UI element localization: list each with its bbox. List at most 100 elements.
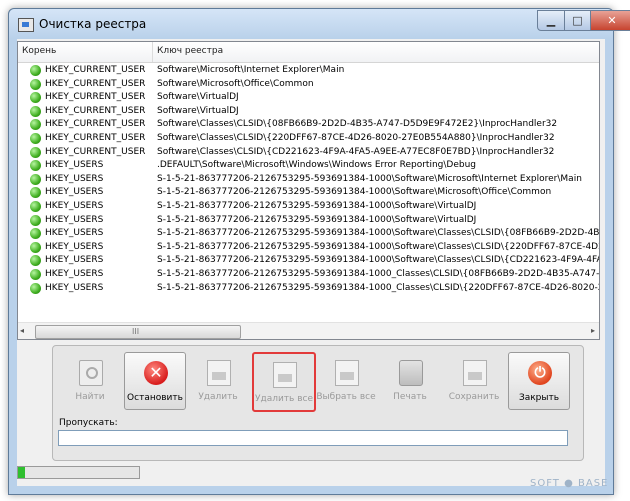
scroll-thumb[interactable]: III <box>35 325 241 339</box>
status-ok-icon <box>30 146 41 158</box>
row-key: S-1-5-21-863777206-2126753295-593691384-… <box>157 173 582 184</box>
status-ok-icon <box>30 173 41 185</box>
row-key: S-1-5-21-863777206-2126753295-593691384-… <box>157 282 599 293</box>
printer-icon <box>399 360 423 386</box>
status-ok-icon <box>30 241 41 253</box>
table-row[interactable]: HKEY_CURRENT_USER Software\Classes\CLSID\… <box>18 132 599 145</box>
scroll-left-icon[interactable]: ◂ <box>20 326 24 335</box>
table-row[interactable]: HKEY_CURRENT_USER Software\Microsoft\Offi… <box>18 78 599 91</box>
status-ok-icon <box>30 119 41 131</box>
scroll-right-icon[interactable]: ▸ <box>591 326 595 335</box>
row-root: HKEY_USERS <box>45 282 104 293</box>
magnifier-icon <box>79 360 103 386</box>
status-ok-icon <box>30 214 41 226</box>
table-row[interactable]: HKEY_CURRENT_USER Software\VirtualDJ <box>18 105 599 118</box>
row-root: HKEY_USERS <box>45 160 104 171</box>
status-ok-icon <box>30 255 41 267</box>
close-window-button[interactable]: ✕ <box>590 10 630 31</box>
status-ok-icon <box>30 78 41 90</box>
select-all-button[interactable]: Выбрать все <box>316 352 376 408</box>
row-root: HKEY_CURRENT_USER <box>45 65 146 75</box>
table-row[interactable]: HKEY_USERS S-1-5-21-863777206-2126753295-… <box>18 241 599 254</box>
table-row[interactable]: HKEY_USERS S-1-5-21-863777206-2126753295-… <box>18 254 599 267</box>
row-root: HKEY_CURRENT_USER <box>45 78 146 89</box>
row-key: Software\Classes\CLSID\{220DFF67-87CE-4D… <box>157 133 555 143</box>
watermark: SOFT ● BASE <box>530 478 609 489</box>
table-row[interactable]: HKEY_USERS S-1-5-21-863777206-2126753295-… <box>18 214 599 227</box>
list-header: Корень Ключ реестра <box>18 42 599 63</box>
column-header-root[interactable]: Корень <box>22 46 56 56</box>
row-root: HKEY_CURRENT_USER <box>45 119 146 130</box>
title-bar: Очистка реестра ▁ □ ✕ <box>9 9 630 39</box>
column-header-key[interactable]: Ключ реестра <box>157 46 223 56</box>
stop-button[interactable]: ✕ Остановить <box>124 352 186 410</box>
row-root: HKEY_USERS <box>45 241 104 252</box>
status-ok-icon <box>30 105 41 117</box>
row-root: HKEY_USERS <box>45 173 104 184</box>
status-ok-icon <box>30 133 41 144</box>
delete-all-icon <box>273 362 297 388</box>
status-ok-icon <box>30 160 41 172</box>
row-key: S-1-5-21-863777206-2126753295-593691384-… <box>157 241 599 252</box>
scroll-grip-icon: III <box>132 327 140 336</box>
row-key: .DEFAULT\Software\Microsoft\Windows\Wind… <box>157 160 476 171</box>
row-key: S-1-5-21-863777206-2126753295-593691384-… <box>157 228 599 239</box>
table-row[interactable]: HKEY_CURRENT_USER Software\Microsoft\Inte… <box>18 64 599 77</box>
row-root: HKEY_USERS <box>45 269 104 279</box>
status-ok-icon <box>30 269 41 280</box>
row-key: Software\Classes\CLSID\{08FB66B9-2D2D-4B… <box>157 119 558 130</box>
row-root: HKEY_CURRENT_USER <box>45 92 146 103</box>
row-key: Software\Microsoft\Office\Common <box>157 78 314 89</box>
delete-button[interactable]: Удалить <box>188 352 248 408</box>
print-button[interactable]: Печать <box>380 352 440 408</box>
delete-all-button[interactable]: Удалить все <box>252 352 316 412</box>
progress-fill <box>18 467 26 478</box>
table-row[interactable]: HKEY_CURRENT_USER Software\Classes\CLSID\… <box>18 118 599 131</box>
horizontal-scrollbar[interactable]: ◂ III ▸ <box>18 322 599 339</box>
registry-list[interactable]: Корень Ключ реестра HKEY_CURRENT_USER Sof… <box>17 41 600 340</box>
row-root: HKEY_USERS <box>45 187 104 198</box>
row-root: HKEY_USERS <box>45 255 104 266</box>
row-key: Software\VirtualDJ <box>157 92 239 103</box>
save-button[interactable]: Сохранить <box>444 352 504 408</box>
status-ok-icon <box>30 92 41 104</box>
window-title: Очистка реестра <box>39 17 147 31</box>
table-row[interactable]: HKEY_CURRENT_USER Software\Classes\CLSID\… <box>18 146 599 159</box>
row-key: Software\Microsoft\Internet Explorer\Mai… <box>157 65 345 75</box>
row-root: HKEY_USERS <box>45 228 104 239</box>
table-row[interactable]: HKEY_USERS S-1-5-21-863777206-2126753295-… <box>18 268 599 281</box>
stop-icon: ✕ <box>144 361 168 385</box>
table-row[interactable]: HKEY_USERS S-1-5-21-863777206-2126753295-… <box>18 173 599 186</box>
row-key: S-1-5-21-863777206-2126753295-593691384-… <box>157 187 552 198</box>
close-button[interactable]: ⏻ Закрыть <box>508 352 570 410</box>
table-row[interactable]: HKEY_USERS S-1-5-21-863777206-2126753295-… <box>18 186 599 199</box>
table-row[interactable]: HKEY_USERS S-1-5-21-863777206-2126753295-… <box>18 200 599 213</box>
row-key: S-1-5-21-863777206-2126753295-593691384-… <box>157 255 599 266</box>
column-divider[interactable] <box>152 42 153 62</box>
row-key: S-1-5-21-863777206-2126753295-593691384-… <box>157 201 477 211</box>
row-key: Software\VirtualDJ <box>157 105 239 116</box>
table-row[interactable]: HKEY_USERS S-1-5-21-863777206-2126753295-… <box>18 282 599 295</box>
status-ok-icon <box>30 65 41 76</box>
table-row[interactable]: HKEY_USERS S-1-5-21-863777206-2126753295-… <box>18 227 599 240</box>
delete-icon <box>207 360 231 386</box>
skip-label: Пропускать: <box>59 418 118 428</box>
status-ok-icon <box>30 282 41 294</box>
table-row[interactable]: HKEY_CURRENT_USER Software\VirtualDJ <box>18 91 599 104</box>
row-root: HKEY_CURRENT_USER <box>45 146 146 157</box>
maximize-button[interactable]: □ <box>564 10 591 31</box>
row-root: HKEY_CURRENT_USER <box>45 105 146 116</box>
status-ok-icon <box>30 228 41 240</box>
list-rows: HKEY_CURRENT_USER Software\Microsoft\Inte… <box>18 64 599 322</box>
power-icon: ⏻ <box>528 361 552 385</box>
select-all-icon <box>335 360 359 386</box>
table-row[interactable]: HKEY_USERS .DEFAULT\Software\Microsoft\Wi… <box>18 159 599 172</box>
find-button[interactable]: Найти <box>60 352 120 408</box>
skip-input[interactable] <box>58 430 568 446</box>
row-root: HKEY_USERS <box>45 201 104 211</box>
status-ok-icon <box>30 187 41 199</box>
progress-bar <box>17 466 140 479</box>
row-key: Software\Classes\CLSID\{CD221623-4F9A-4F… <box>157 146 555 157</box>
minimize-button[interactable]: ▁ <box>537 10 565 31</box>
save-icon <box>463 360 487 386</box>
